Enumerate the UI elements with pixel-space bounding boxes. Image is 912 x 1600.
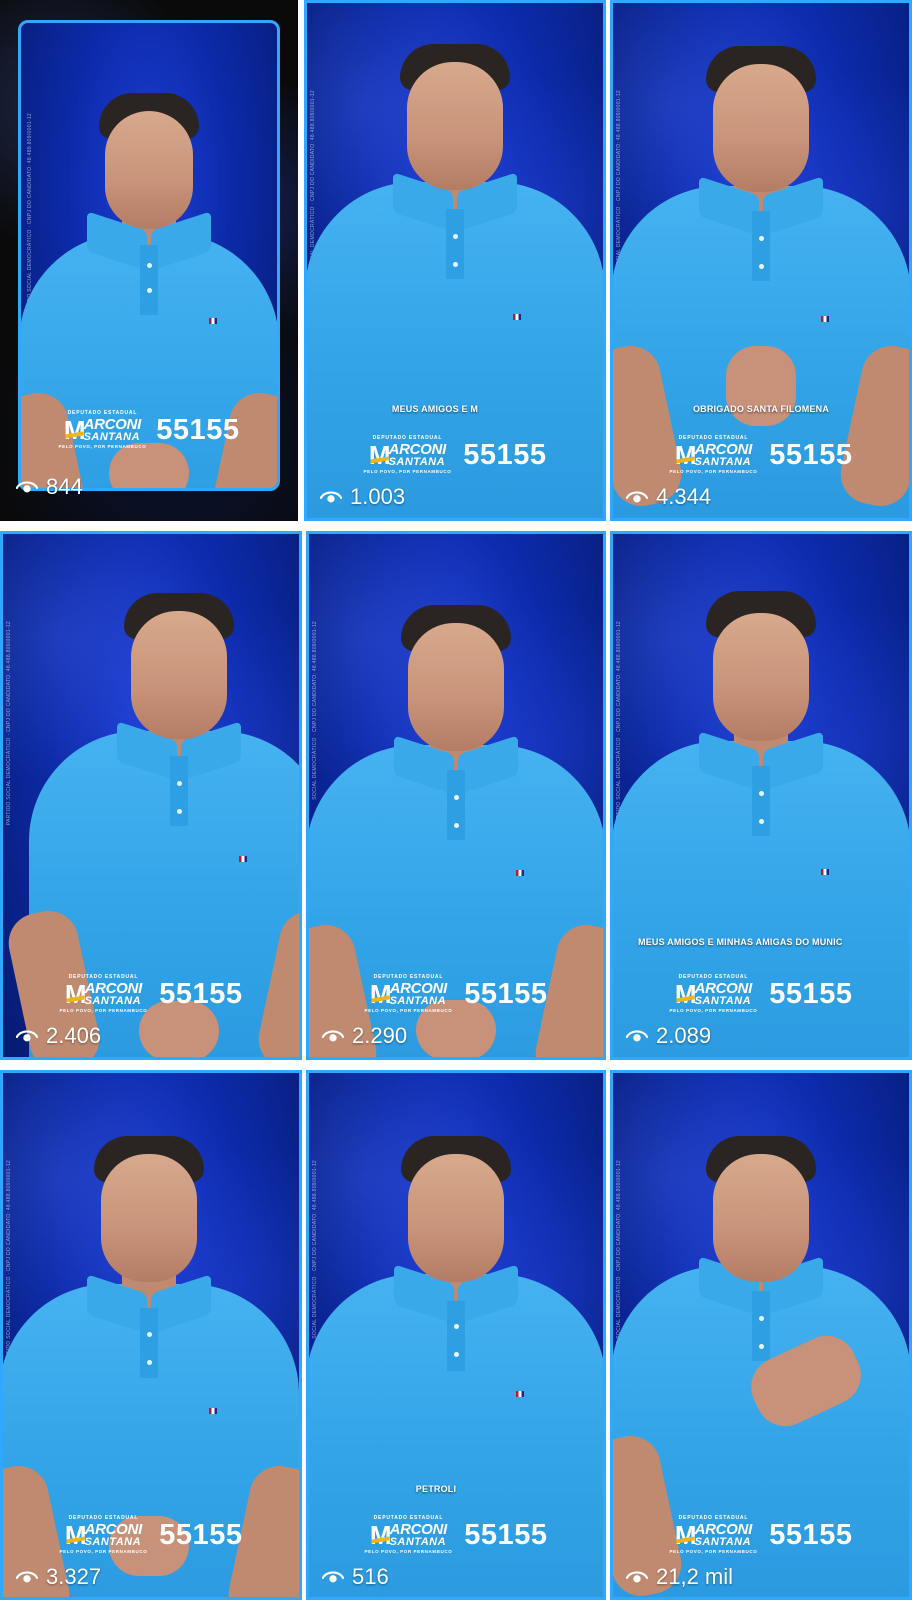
view-count: 844	[16, 474, 83, 500]
campaign-logo: DEPUTADO ESTADUAL M ARCONI SANTANA PELO …	[59, 974, 148, 1013]
candidate-number: 55155	[769, 1518, 853, 1551]
campaign-logo: DEPUTADO ESTADUAL M ARCONI SANTANA PELO …	[669, 974, 758, 1013]
candidate-number: 55155	[769, 438, 853, 471]
campaign-logo: DEPUTADO ESTADUAL M ARCONI SANTANA PELO …	[363, 435, 452, 474]
eye-icon	[322, 1030, 344, 1042]
reel-caption: OBRIGADO SANTA FILOMENA	[692, 404, 830, 414]
campaign-brand: DEPUTADO ESTADUAL M ARCONI SANTANA PELO …	[60, 1516, 243, 1555]
view-count-value: 1.003	[350, 484, 406, 509]
reel-thumbnail: PARTIDO SOCIAL DEMOCRÁTICO · CNPJ DO CAN…	[18, 20, 280, 491]
campaign-logo: DEPUTADO ESTADUAL M ARCONI SANTANA PELO …	[669, 1515, 758, 1554]
reel-tile-9[interactable]: PARTIDO SOCIAL DEMOCRÁTICO · CNPJ DO CAN…	[610, 1070, 912, 1600]
view-count: 2.089	[626, 1023, 711, 1049]
reel-tile-6[interactable]: PARTIDO SOCIAL DEMOCRÁTICO · CNPJ DO CAN…	[610, 531, 912, 1060]
view-count-value: 21,2 mil	[656, 1564, 734, 1589]
campaign-brand: DEPUTADO ESTADUAL M ARCONI SANTANA PELO …	[364, 436, 547, 475]
view-count-value: 2.089	[656, 1023, 712, 1048]
reel-caption: MEUS AMIGOS E M	[391, 404, 479, 414]
view-count: 3.327	[16, 1564, 101, 1590]
candidate-number: 55155	[769, 977, 853, 1010]
disclaimer-text: PARTIDO SOCIAL DEMOCRÁTICO · CNPJ DO CAN…	[6, 621, 12, 826]
reel-caption: MEUS AMIGOS E MINHAS AMIGAS DO MUNIC	[638, 937, 843, 947]
view-count: 2.406	[16, 1023, 101, 1049]
campaign-logo: DEPUTADO ESTADUAL M ARCONI SANTANA PELO …	[59, 1515, 148, 1554]
campaign-logo: DEPUTADO ESTADUAL M ARCONI SANTANA PELO …	[364, 974, 453, 1013]
view-count: 1.003	[320, 484, 405, 510]
campaign-brand: DEPUTADO ESTADUAL M ARCONI SANTANA PELO …	[365, 1516, 548, 1555]
view-count: 4.344	[626, 484, 711, 510]
candidate-number: 55155	[156, 413, 240, 446]
view-count-value: 3.327	[46, 1564, 102, 1589]
eye-icon	[626, 1571, 648, 1583]
view-count: 21,2 mil	[626, 1564, 733, 1590]
candidate-number: 55155	[159, 977, 243, 1010]
candidate-number: 55155	[463, 438, 547, 471]
campaign-brand: DEPUTADO ESTADUAL M ARCONI SANTANA PELO …	[60, 975, 243, 1014]
campaign-brand: DEPUTADO ESTADUAL M ARCONI SANTANA PELO …	[365, 975, 548, 1014]
view-count: 2.290	[322, 1023, 407, 1049]
reels-grid: PARTIDO SOCIAL DEMOCRÁTICO · CNPJ DO CAN…	[0, 0, 912, 1600]
campaign-brand: DEPUTADO ESTADUAL M ARCONI SANTANA PELO …	[670, 975, 853, 1014]
campaign-brand: DEPUTADO ESTADUAL M ARCONI SANTANA PELO …	[670, 1516, 853, 1555]
view-count: 516	[322, 1564, 389, 1590]
campaign-logo: DEPUTADO ESTADUAL M ARCONI SANTANA PELO …	[58, 410, 147, 449]
candidate-number: 55155	[464, 1518, 548, 1551]
eye-icon	[16, 1030, 38, 1042]
view-count-value: 2.290	[352, 1023, 408, 1048]
campaign-logo: DEPUTADO ESTADUAL M ARCONI SANTANA PELO …	[364, 1515, 453, 1554]
reel-tile-8[interactable]: SOCIAL DEMOCRÁTICO · CNPJ DO CANDIDATO: …	[306, 1070, 606, 1600]
view-count-value: 516	[352, 1564, 389, 1589]
campaign-brand: DEPUTADO ESTADUAL M ARCONI SANTANA PELO …	[670, 436, 853, 475]
eye-icon	[626, 1030, 648, 1042]
reel-tile-7[interactable]: PARTIDO SOCIAL DEMOCRÁTICO · CNPJ DO CAN…	[0, 1070, 302, 1600]
view-count-value: 4.344	[656, 484, 712, 509]
reel-tile-4[interactable]: PARTIDO SOCIAL DEMOCRÁTICO · CNPJ DO CAN…	[0, 531, 302, 1060]
eye-icon	[322, 1571, 344, 1583]
view-count-value: 2.406	[46, 1023, 102, 1048]
eye-icon	[16, 1571, 38, 1583]
reel-tile-5[interactable]: SOCIAL DEMOCRÁTICO · CNPJ DO CANDIDATO: …	[306, 531, 606, 1060]
eye-icon	[320, 491, 342, 503]
reel-tile-2[interactable]: SOCIAL DEMOCRÁTICO · CNPJ DO CANDIDATO: …	[304, 0, 606, 521]
reel-caption: PETROLI	[415, 1484, 457, 1494]
candidate-number: 55155	[464, 977, 548, 1010]
eye-icon	[626, 491, 648, 503]
campaign-brand: DEPUTADO ESTADUAL M ARCONI SANTANA PELO …	[59, 411, 240, 450]
candidate-number: 55155	[159, 1518, 243, 1551]
reel-tile-3[interactable]: PARTIDO SOCIAL DEMOCRÁTICO · CNPJ DO CAN…	[610, 0, 912, 521]
view-count-value: 844	[46, 474, 83, 499]
reel-tile-1[interactable]: PARTIDO SOCIAL DEMOCRÁTICO · CNPJ DO CAN…	[0, 0, 298, 521]
eye-icon	[16, 481, 38, 493]
campaign-logo: DEPUTADO ESTADUAL M ARCONI SANTANA PELO …	[669, 435, 758, 474]
